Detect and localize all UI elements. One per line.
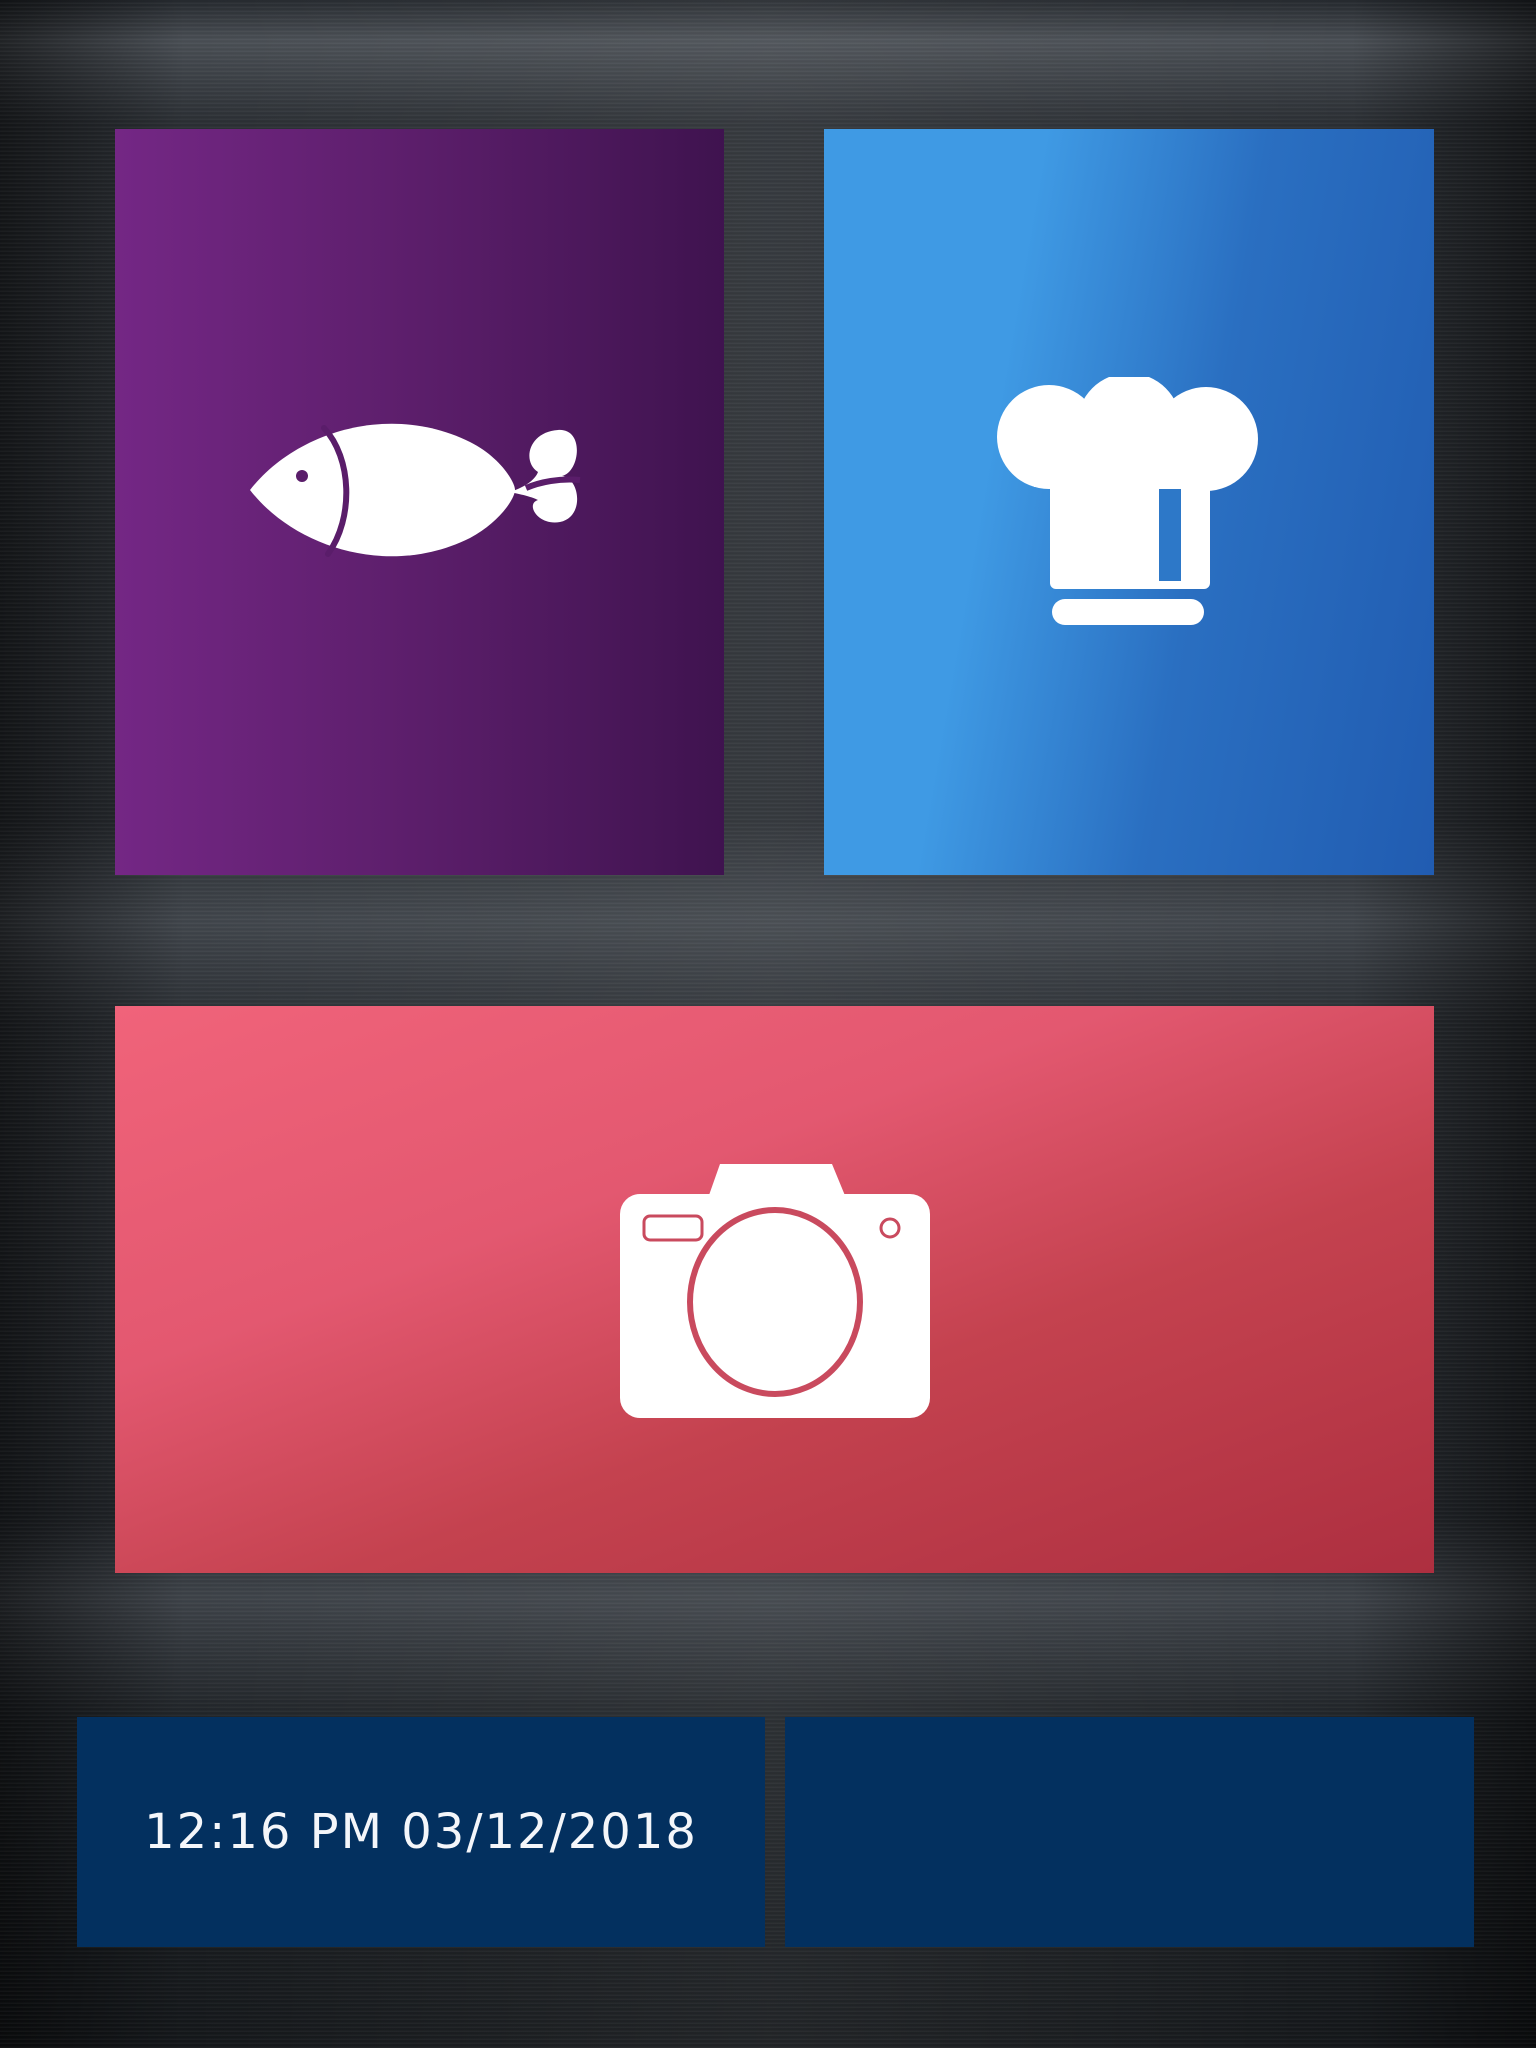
- status-panel-right: [785, 1717, 1474, 1947]
- datetime-label: 12:16 PM 03/12/2018: [144, 1804, 698, 1860]
- fish-icon: [249, 423, 580, 557]
- chef-hat-tile[interactable]: [824, 129, 1434, 875]
- datetime-panel: 12:16 PM 03/12/2018: [77, 1717, 765, 1947]
- camera-icon: [619, 1163, 930, 1418]
- fish-tile[interactable]: [115, 129, 724, 875]
- chef-hat-icon: [997, 377, 1258, 625]
- camera-tile[interactable]: [115, 1006, 1434, 1573]
